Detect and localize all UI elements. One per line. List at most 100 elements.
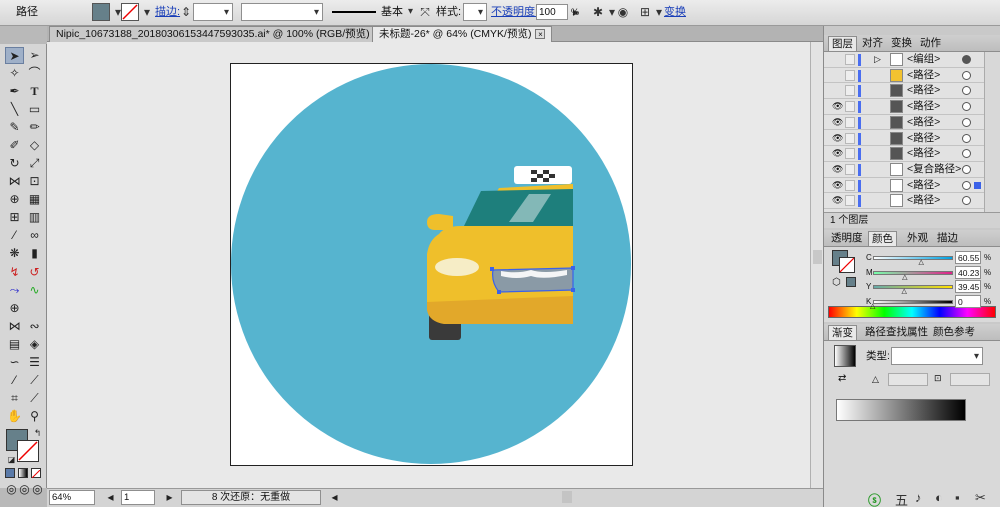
column-chart-tool-icon[interactable]: ▤: [5, 336, 24, 353]
layer-row[interactable]: <编组> ▷: [824, 52, 984, 68]
channel-value-input[interactable]: 40.23: [955, 265, 981, 279]
lock-toggle[interactable]: [845, 85, 855, 97]
visibility-eye-icon[interactable]: [832, 71, 842, 80]
tab-transparency[interactable]: 透明度: [828, 231, 866, 246]
symbol-sprayer-tool-icon[interactable]: ❋: [5, 245, 24, 262]
eyedropper-tool-icon[interactable]: ⁄: [5, 227, 24, 244]
eraser-tool-icon[interactable]: ◇: [25, 137, 44, 154]
layer-row[interactable]: 👁 <路径>: [824, 193, 984, 209]
gradient-preview-swatch[interactable]: [834, 345, 856, 367]
channel-slider-knob[interactable]: △: [902, 274, 907, 281]
channel-slider-track[interactable]: [873, 270, 953, 275]
swap-fill-stroke-icon[interactable]: ↰: [28, 425, 47, 442]
graph-tool-icon[interactable]: ∽: [5, 354, 24, 371]
crosshair-tool-icon[interactable]: ⊕: [5, 300, 24, 317]
crop-tool-icon[interactable]: ⌗: [5, 390, 24, 407]
expand-icon[interactable]: ⤧: [417, 3, 433, 21]
channel-slider-knob[interactable]: △: [870, 303, 875, 310]
mesh-tool-icon[interactable]: ⊞: [5, 209, 24, 226]
visibility-eye-icon[interactable]: 👁: [832, 117, 843, 127]
blob-brush-tool-icon[interactable]: ✐: [5, 137, 24, 154]
taxi-illustration[interactable]: [231, 64, 632, 465]
target-circle-icon[interactable]: [962, 196, 971, 206]
artboard[interactable]: [230, 63, 633, 466]
gradient-aspect-input[interactable]: [950, 373, 990, 386]
scale-tool-icon[interactable]: ⤢: [25, 155, 44, 172]
tray-icon[interactable]: ◐: [935, 490, 943, 505]
perspective-grid-tool-icon[interactable]: ▦: [25, 191, 44, 208]
zoom-tool-icon[interactable]: ⚲: [25, 408, 44, 425]
type-tool-icon[interactable]: T: [25, 83, 44, 100]
zoom-dropdown[interactable]: 64%: [49, 490, 95, 505]
lock-toggle[interactable]: [845, 179, 855, 191]
channel-value-input[interactable]: 0: [955, 294, 981, 308]
layer-row[interactable]: <路径>: [824, 83, 984, 100]
channel-slider-track[interactable]: [873, 256, 953, 260]
opacity-label-link[interactable]: 不透明度:: [491, 3, 538, 22]
wrinkle-tool-icon[interactable]: ∿: [25, 282, 44, 299]
vertical-scroll-thumb[interactable]: [813, 250, 822, 264]
anchor-point[interactable]: [571, 288, 575, 292]
visibility-eye-icon[interactable]: 👁: [832, 196, 843, 205]
expand-group-icon[interactable]: ▷: [874, 54, 881, 65]
tray-icon[interactable]: ♪: [915, 490, 922, 505]
stroke-color-swatch[interactable]: [121, 3, 139, 21]
anchor-point[interactable]: [490, 267, 494, 271]
selection-indicator[interactable]: [974, 181, 981, 189]
layer-row[interactable]: 👁 <路径>: [824, 99, 984, 115]
gradient-type-dropdown[interactable]: [891, 347, 983, 365]
tab-nipic-document[interactable]: Nipic_10673188_20180306153447593035.ai* …: [49, 26, 391, 42]
color-mode-icon[interactable]: [5, 468, 15, 478]
globe-icon[interactable]: ◉: [615, 3, 631, 21]
transform-link[interactable]: 变换: [664, 3, 686, 22]
tab-color-guide[interactable]: 颜色参考: [930, 325, 978, 340]
selection-tool-icon[interactable]: ➤: [5, 47, 24, 64]
stroke-dropdown-icon[interactable]: ▾: [139, 3, 155, 21]
lock-toggle[interactable]: [845, 69, 855, 81]
visibility-eye-icon[interactable]: 👁: [832, 164, 843, 174]
next-artboard-icon[interactable]: ▸: [160, 489, 179, 506]
artboard-number-dropdown[interactable]: 1: [121, 490, 155, 505]
target-circle-icon[interactable]: [962, 86, 971, 96]
knife-tool-icon[interactable]: ⟋: [25, 390, 44, 407]
paintbrush-tool-icon[interactable]: ✎: [5, 119, 24, 136]
fill-color-swatch[interactable]: [92, 3, 110, 21]
layer-row[interactable]: <路径>: [824, 67, 984, 84]
lock-toggle[interactable]: [845, 148, 855, 160]
tab-align[interactable]: 对齐: [859, 36, 886, 51]
last-color-swatch[interactable]: [846, 277, 856, 287]
tab-untitled-26[interactable]: 未标题-26* @ 64% (CMYK/预览) ×: [372, 26, 553, 42]
variable-width-dropdown[interactable]: [241, 3, 323, 21]
blend-tool-icon[interactable]: ∞: [25, 227, 44, 244]
canvas-area[interactable]: [47, 42, 823, 488]
stroke-weight-stepper-icon[interactable]: ⇕: [178, 3, 194, 21]
color-stroke-swatch[interactable]: [839, 257, 855, 273]
target-circle-icon[interactable]: [962, 149, 971, 159]
slice-tool-icon[interactable]: ∾: [25, 318, 44, 335]
draw-inside-icon[interactable]: ◎: [28, 481, 47, 498]
gradient-slider[interactable]: [836, 399, 966, 421]
tab-pathfinder[interactable]: 路径查找: [862, 325, 910, 340]
target-circle-icon[interactable]: [962, 164, 971, 174]
magic-wand-tool-icon[interactable]: ✧: [5, 65, 24, 82]
hand-tool-icon[interactable]: ✋: [5, 408, 24, 425]
tab-stroke[interactable]: 描边: [934, 231, 961, 246]
undo-info[interactable]: 8 次还原：无重做: [181, 490, 321, 505]
lock-toggle[interactable]: [845, 116, 855, 128]
channel-value-input[interactable]: 60.55: [955, 251, 981, 264]
target-circle-icon[interactable]: [962, 133, 971, 143]
lasso-tool-icon[interactable]: ⌒: [25, 65, 44, 82]
tab-actions[interactable]: 动作: [917, 36, 944, 51]
layer-row[interactable]: 👁 <路径>: [824, 114, 984, 131]
anchor-point[interactable]: [497, 290, 501, 294]
paint-bucket-tool-icon[interactable]: ◈: [25, 336, 44, 353]
lock-toggle[interactable]: [845, 195, 855, 207]
column-graph-tool-icon[interactable]: ▮: [25, 245, 44, 262]
width-tool-icon[interactable]: ⋈: [5, 173, 24, 190]
direct-selection-tool-icon[interactable]: ➢: [25, 47, 44, 64]
color-spectrum-bar[interactable]: [828, 306, 996, 318]
stroke-weight-dropdown[interactable]: [193, 3, 233, 21]
scroll-left-icon[interactable]: ◂: [325, 489, 344, 506]
brush-marker-tool-icon[interactable]: ⁄: [5, 372, 24, 389]
none-mode-icon[interactable]: [31, 468, 41, 479]
